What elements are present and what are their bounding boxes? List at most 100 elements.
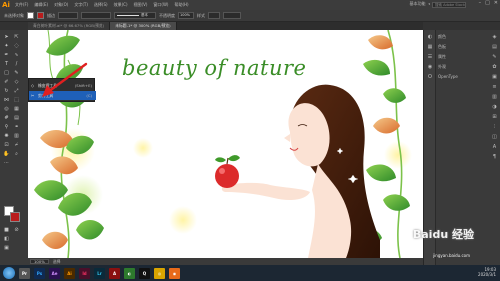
opentype-panel-icon[interactable]: O	[426, 74, 434, 81]
baidu-watermark: Baidu 经验	[412, 228, 474, 241]
tab-leaf-material[interactable]: 青白树叶素材.ai* @ 66.67% (RGB/预览)	[28, 22, 111, 30]
graphic-styles-icon[interactable]: ▣	[490, 74, 499, 81]
panel-properties[interactable]: 属性	[438, 54, 446, 60]
direct-selection-tool-icon[interactable]: ⇱	[13, 34, 20, 41]
free-transform-icon[interactable]: ⬚	[13, 97, 20, 104]
align-panel-icon[interactable]: ⫶	[490, 124, 499, 131]
lasso-icon[interactable]: ◌	[13, 43, 20, 50]
layers-panel-icon[interactable]: ◈	[490, 34, 499, 41]
transparency-panel-icon[interactable]: ◑	[490, 104, 499, 111]
taskbar-app[interactable]: Ps	[34, 267, 45, 279]
swatches-panel-icon[interactable]: ▦	[426, 44, 434, 51]
eraser-tool-icon[interactable]: ◇	[13, 79, 20, 86]
paragraph-panel-icon[interactable]: ¶	[490, 154, 499, 161]
type-tool-icon[interactable]: T	[3, 61, 10, 68]
rotate-tool-icon[interactable]: ↻	[3, 88, 10, 95]
menu-effect[interactable]: 效果(C)	[111, 2, 131, 8]
opacity-label: 不透明度	[159, 12, 175, 18]
slice-tool-icon[interactable]: ⌿	[13, 142, 20, 149]
symbols-panel-icon[interactable]: ✿	[490, 64, 499, 71]
taskbar-app[interactable]: Lr	[94, 267, 105, 279]
maximize-icon[interactable]: □	[485, 0, 490, 6]
minimize-icon[interactable]: –	[479, 0, 482, 6]
workspace-switcher[interactable]: 基本功能 ▾	[409, 1, 430, 7]
none-mode-icon[interactable]: ⊘	[13, 227, 20, 234]
stroke-color-swatch[interactable]	[10, 212, 20, 222]
menu-view[interactable]: 视图(V)	[131, 2, 151, 8]
taskbar-app[interactable]: ◉	[169, 267, 180, 279]
paintbrush-icon[interactable]: ✎	[13, 70, 20, 77]
transform-panel-icon[interactable]: ⊞	[490, 114, 499, 121]
document-setup-button[interactable]	[223, 12, 241, 19]
fill-swatch[interactable]	[27, 12, 34, 19]
magic-wand-icon[interactable]: ✦	[3, 43, 10, 50]
style-field[interactable]	[208, 12, 220, 19]
stroke-swatch[interactable]	[37, 12, 44, 19]
stock-search-input[interactable]: 搜索 Adobe Stock	[432, 2, 466, 8]
artboard-tool-icon[interactable]: ⊡	[3, 142, 10, 149]
screen-mode-icon[interactable]: ▣	[3, 245, 10, 252]
taskbar-app[interactable]: Ae	[49, 267, 60, 279]
stroke-weight-field[interactable]	[58, 12, 78, 19]
color-mode-icon[interactable]: ■	[3, 227, 10, 234]
pointer-arrow-annotation	[42, 62, 88, 97]
stroke-panel-icon[interactable]: ≡	[490, 84, 499, 91]
taskbar-app[interactable]: Pr	[19, 267, 30, 279]
selection-tool-icon[interactable]: ➤	[3, 34, 10, 41]
appearance-panel-icon[interactable]: ◉	[426, 64, 434, 71]
mesh-tool-icon[interactable]: #	[3, 115, 10, 122]
menu-type[interactable]: 文字(T)	[71, 2, 91, 8]
shaper-tool-icon[interactable]: ✐	[3, 79, 10, 86]
taskbar-app[interactable]: ◐	[124, 267, 135, 279]
menu-file[interactable]: 文件(F)	[12, 2, 31, 8]
taskbar-app[interactable]: ◎	[154, 267, 165, 279]
blend-tool-icon[interactable]: ⚭	[13, 124, 20, 131]
selection-status: 未选择对象	[4, 12, 24, 18]
hand-tool-icon[interactable]: ✋	[3, 151, 10, 158]
zoom-level-field[interactable]: 100%	[30, 259, 49, 264]
symbol-sprayer-icon[interactable]: ✺	[3, 133, 10, 140]
gradient-panel-icon[interactable]: ▥	[490, 94, 499, 101]
close-icon[interactable]: ✕	[494, 0, 498, 6]
pen-tool-icon[interactable]: ✒	[3, 52, 10, 59]
panel-color[interactable]: 颜色	[438, 34, 446, 40]
draw-mode-icon[interactable]: ◧	[3, 236, 10, 243]
graph-tool-icon[interactable]: ▥	[13, 133, 20, 140]
tab-untitled[interactable]: 未标题-1* @ 300% (RGB/预览)	[110, 22, 177, 30]
panel-appearance[interactable]: 外观	[438, 64, 446, 70]
character-panel-icon[interactable]: A	[490, 144, 499, 151]
menu-select[interactable]: 选择(S)	[91, 2, 111, 8]
panel-label: 颜色	[438, 34, 446, 39]
taskbar-app[interactable]: Q	[139, 267, 150, 279]
brushes-panel-icon[interactable]: ✎	[490, 54, 499, 61]
variable-width-field[interactable]	[81, 12, 111, 19]
taskbar-app[interactable]: Ai	[64, 267, 75, 279]
shape-builder-icon[interactable]: ◎	[3, 106, 10, 113]
menu-window[interactable]: 窗口(W)	[150, 2, 171, 8]
gradient-tool-icon[interactable]: ▤	[13, 115, 20, 122]
scale-tool-icon[interactable]: ⤢	[13, 88, 20, 95]
taskbar-app[interactable]: A	[109, 267, 120, 279]
color-panel-icon[interactable]: ◐	[426, 34, 434, 41]
edit-toolbar-icon[interactable]: ⋯	[3, 160, 10, 167]
brush-definition-field[interactable]: 基本	[114, 12, 156, 19]
taskbar-app[interactable]: Id	[79, 267, 90, 279]
panel-opentype[interactable]: OpenType	[438, 74, 458, 79]
perspective-grid-icon[interactable]: ▦	[13, 106, 20, 113]
panel-swatches[interactable]: 色板	[438, 44, 446, 50]
line-tool-icon[interactable]: /	[13, 61, 20, 68]
zoom-tool-icon[interactable]: ⌕	[13, 151, 20, 158]
properties-panel-icon[interactable]: ☰	[426, 54, 434, 61]
menu-edit[interactable]: 编辑(E)	[31, 2, 51, 8]
width-tool-icon[interactable]: ⋈	[3, 97, 10, 104]
start-button[interactable]	[3, 267, 15, 279]
eyedropper-icon[interactable]: ⚲	[3, 124, 10, 131]
rectangle-tool-icon[interactable]: □	[3, 70, 10, 77]
libraries-panel-icon[interactable]: ▤	[490, 44, 499, 51]
opacity-field[interactable]: 100%	[178, 12, 194, 19]
fill-stroke-widget[interactable]	[4, 206, 22, 224]
menu-help[interactable]: 帮助(H)	[171, 2, 191, 8]
pathfinder-panel-icon[interactable]: ◫	[490, 134, 499, 141]
menu-object[interactable]: 对象(O)	[51, 2, 71, 8]
curvature-tool-icon[interactable]: ∿	[13, 52, 20, 59]
